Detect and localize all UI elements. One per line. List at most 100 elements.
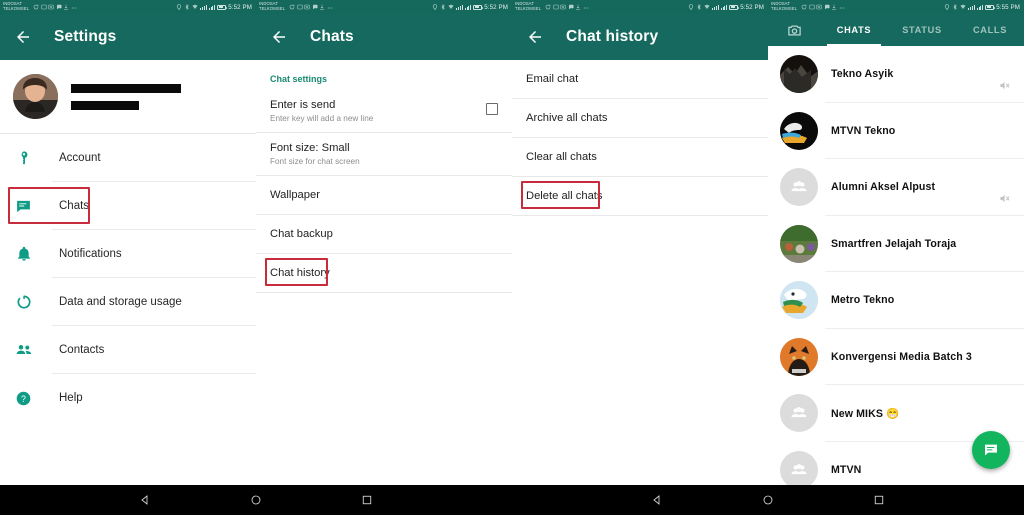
bell-icon [14,245,33,264]
setting-title: Font size: Small [270,142,350,154]
profile-row[interactable] [0,60,256,134]
new-chat-fab[interactable] [972,431,1010,469]
setting-title: Enter is send [270,99,336,111]
new-chat-icon [985,444,997,456]
group-default-icon [791,181,807,192]
sidebar-item-label: Help [59,392,83,404]
android-nav-bar [0,485,1024,515]
menu-item-label: Archive all chats [526,112,608,124]
sidebar-item-label: Data and storage usage [59,296,182,308]
setting-chat-backup[interactable]: Chat backup [256,215,512,254]
overflow-icon [71,7,76,9]
chat-list-item[interactable]: MTVN Tekno [768,103,1024,159]
setting-wallpaper[interactable]: Wallpaper [256,176,512,215]
avatar [780,450,818,489]
screenshot-icon [552,4,559,10]
chat-name: MTVN Tekno [831,124,896,137]
carrier-label: INDOSAT TELKOMSEL [515,1,542,11]
chat-name: New MIKS 😁 [831,407,900,420]
photo-icon [560,4,566,10]
avatar [780,337,818,376]
recents-square-icon[interactable] [359,493,374,508]
menu-item-email-chat[interactable]: Email chat [512,60,768,99]
chat-list-item[interactable]: Konvergensi Media Batch 3 [768,329,1024,385]
clock-3: 5:52 PM [740,3,764,11]
wifi-icon [192,4,198,9]
recents-square-icon[interactable] [871,493,886,508]
whatsapp-tab-bar: CHATS STATUS CALLS [768,14,1024,46]
enter-is-send-checkbox[interactable] [486,103,498,115]
panel-chats-settings: INDOSAT TELKOMSEL 5:52 PM Chats Chat set… [256,0,512,515]
avatar [780,224,818,263]
page-title: Chats [310,28,354,45]
divider [256,292,512,293]
sidebar-item-help[interactable]: ? Help [0,374,256,422]
setting-enter-is-send[interactable]: Enter is send Enter key will add a new l… [256,90,512,133]
back-triangle-icon[interactable] [138,493,153,508]
bluetooth-icon [697,4,702,10]
sidebar-item-chats[interactable]: Chats [0,182,256,230]
overflow-icon [327,7,332,9]
menu-item-delete-all-chats[interactable]: Delete all chats [512,177,768,216]
setting-title: Chat backup [270,228,333,240]
status-bar-1: INDOSAT TELKOMSEL 5:52 PM [0,0,256,14]
avatar [13,74,58,119]
camera-icon[interactable] [768,14,820,46]
svg-text:?: ? [21,393,26,403]
sidebar-item-contacts[interactable]: Contacts [0,326,256,374]
chat-list-item[interactable]: Metro Tekno [768,272,1024,329]
chat-name: Konvergensi Media Batch 3 [831,350,972,363]
menu-item-archive-all-chats[interactable]: Archive all chats [512,99,768,138]
chat-bubble-icon [568,4,574,10]
wifi-icon [704,4,710,9]
home-circle-icon[interactable] [248,493,263,508]
setting-title: Wallpaper [270,189,320,201]
bluetooth-icon [441,4,446,10]
back-arrow-icon[interactable] [270,28,288,46]
back-arrow-icon[interactable] [526,28,544,46]
redacted-name [71,83,181,93]
download-icon [320,4,325,10]
battery-icon [729,4,740,10]
help-icon: ? [14,389,33,408]
setting-subtitle: Font size for chat screen [270,157,360,166]
back-arrow-icon[interactable] [14,28,32,46]
chat-list-item[interactable]: Alumni Aksel Alpust [768,159,1024,216]
chat-list-item[interactable]: Smartfren Jelajah Toraja [768,216,1024,272]
sidebar-item-account[interactable]: Account [0,134,256,182]
setting-chat-history[interactable]: Chat history [256,254,512,293]
tab-chats[interactable]: CHATS [820,14,888,46]
location-icon [945,4,950,10]
section-header-chat-settings: Chat settings [270,74,328,84]
menu-item-clear-all-chats[interactable]: Clear all chats [512,138,768,177]
chat-bubble-icon [56,4,62,10]
panel-settings: INDOSAT TELKOMSEL 5:52 PM Settings Accou… [0,0,256,515]
battery-icon [473,4,484,10]
profile-redacted-text [71,83,181,110]
overflow-icon [839,7,844,9]
sidebar-item-notifications[interactable]: Notifications [0,230,256,278]
photo-icon [816,4,822,10]
avatar [780,55,818,94]
back-triangle-icon[interactable] [650,493,665,508]
sidebar-item-data-storage[interactable]: Data and storage usage [0,278,256,326]
chat-list-item[interactable]: Tekno Asyik [768,46,1024,103]
signal-2-icon [208,4,216,10]
home-circle-icon[interactable] [760,493,775,508]
group-default-icon [791,463,807,474]
clock-1: 5:52 PM [228,3,252,11]
group-default-icon [791,407,807,418]
battery-icon [217,4,228,10]
setting-font-size[interactable]: Font size: Small Font size for chat scre… [256,133,512,176]
chat-name: Smartfren Jelajah Toraja [831,237,957,250]
sync-icon [289,4,295,10]
signal-2-icon [976,4,984,10]
tab-label: STATUS [902,25,942,35]
clock-4: 5:55 PM [996,3,1020,11]
chat-bubble-icon [824,4,830,10]
chat-bubble-icon [312,4,318,10]
tab-calls[interactable]: CALLS [956,14,1024,46]
notification-icons [545,4,589,10]
tab-status[interactable]: STATUS [888,14,956,46]
key-icon [14,149,33,168]
